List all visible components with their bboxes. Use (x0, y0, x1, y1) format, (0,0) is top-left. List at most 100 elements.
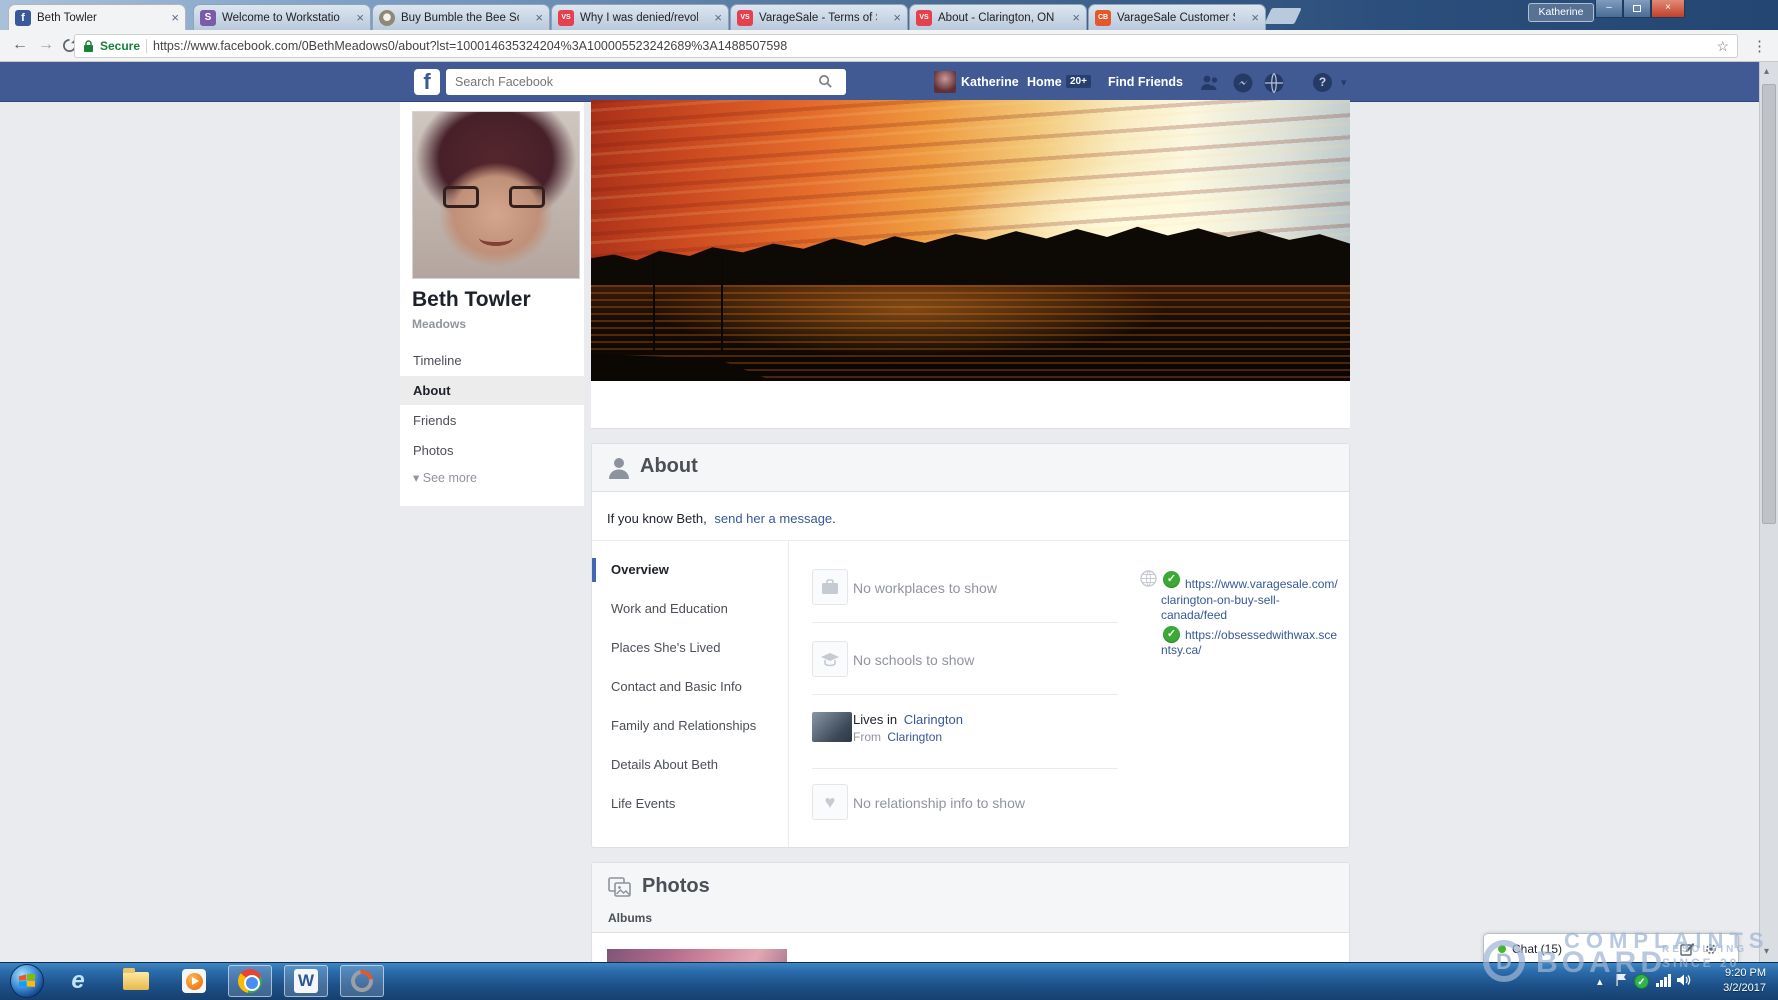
bee-favicon (379, 10, 395, 26)
bookmark-star-icon[interactable]: ☆ (1716, 38, 1729, 55)
friend-requests-icon[interactable] (1199, 72, 1221, 94)
about-nav-work-education[interactable]: Work and Education (591, 597, 784, 621)
tray-network-icon[interactable] (1656, 974, 1671, 987)
new-message-icon[interactable] (1680, 942, 1694, 961)
tray-flag-icon[interactable] (1615, 973, 1628, 992)
taskbar-chrome[interactable] (228, 965, 272, 997)
sidebar-see-more[interactable]: ▾ See more (400, 464, 584, 493)
smile (479, 230, 513, 246)
about-nav-family-relationships[interactable]: Family and Relationships (591, 714, 784, 738)
profile-link[interactable]: Katherine (961, 75, 1019, 89)
complaintsboard-favicon: CB (1095, 10, 1111, 26)
about-nav-overview[interactable]: Overview (591, 558, 784, 582)
dock-post (653, 255, 655, 353)
albums-label[interactable]: Albums (608, 911, 652, 925)
taskbar-app[interactable] (340, 965, 384, 997)
scrollbar-thumb[interactable] (1762, 84, 1776, 524)
tab-title: About - Clarington, ON E (938, 12, 1056, 24)
briefcase-icon (812, 569, 848, 605)
cover-photo[interactable] (591, 100, 1350, 381)
facebook-logo[interactable]: f (414, 69, 440, 95)
row-divider (812, 768, 1118, 769)
forward-icon[interactable]: → (38, 36, 54, 54)
account-menu-caret-icon[interactable]: ▾ (1341, 76, 1347, 89)
profile-picture[interactable] (412, 111, 580, 279)
avatar[interactable] (934, 71, 956, 93)
tab-close-icon[interactable]: × (171, 10, 179, 25)
taskbar-file-explorer[interactable] (114, 965, 158, 997)
person-icon (608, 456, 630, 485)
website-link-scentsy[interactable]: https://obsessedwithwax.scentsy.ca/ (1161, 628, 1339, 659)
help-icon[interactable]: ? (1313, 73, 1332, 92)
taskbar-word[interactable]: W (284, 965, 328, 997)
find-friends-link[interactable]: Find Friends (1108, 75, 1183, 89)
about-nav-divider (788, 541, 789, 847)
about-nav-contact-basic[interactable]: Contact and Basic Info (591, 675, 784, 699)
tab-close-icon[interactable]: × (1251, 10, 1259, 25)
browser-tab-beth-towler[interactable]: f Beth Towler × (8, 4, 186, 30)
website-link-varagesale[interactable]: https://www.varagesale.com/clarington-on… (1161, 577, 1339, 624)
tab-close-icon[interactable]: × (714, 10, 722, 25)
window-close-button[interactable]: × (1651, 0, 1685, 18)
send-message-link[interactable]: send her a message (714, 511, 832, 526)
media-player-icon (182, 969, 206, 993)
glasses-right (509, 186, 545, 208)
browser-tab-customer-service[interactable]: CB VarageSale Customer Se × (1088, 4, 1266, 30)
tab-close-icon[interactable]: × (893, 10, 901, 25)
sidebar-item-friends[interactable]: Friends (400, 406, 584, 435)
browser-tab-clarington[interactable]: VS About - Clarington, ON E × (909, 4, 1087, 30)
scrollbar[interactable]: ▴ ▾ (1759, 62, 1778, 962)
browser-tab-denied[interactable]: VS Why I was denied/revok × (551, 4, 729, 30)
taskbar-internet-explorer[interactable]: e (56, 965, 100, 997)
start-button[interactable] (10, 964, 44, 998)
sidebar-item-timeline[interactable]: Timeline (400, 346, 584, 375)
chat-bar[interactable]: Chat (15) (1483, 933, 1739, 962)
internet-explorer-icon: e (71, 967, 84, 995)
chat-settings-gear-icon[interactable] (1704, 942, 1718, 961)
tab-title: Why I was denied/revok (580, 12, 698, 24)
scrollbar-up-icon[interactable]: ▴ (1764, 66, 1769, 77)
taskbar-media-player[interactable] (172, 965, 216, 997)
tab-close-icon[interactable]: × (1072, 10, 1080, 25)
tray-show-hidden-icon[interactable]: ▴ (1597, 975, 1603, 988)
notifications-globe-icon[interactable] (1263, 72, 1285, 94)
workstation-favicon: S (200, 10, 216, 26)
photos-card-header: Photos Albums (592, 863, 1349, 933)
about-nav-places-lived[interactable]: Places She's Lived (591, 636, 784, 660)
browser-tab-bumble-bee[interactable]: Buy Bumble the Bee Sce × (372, 4, 550, 30)
new-tab-button[interactable] (1264, 8, 1301, 24)
window-minimize-button[interactable]: – (1595, 0, 1623, 18)
search-input[interactable] (446, 69, 846, 95)
home-link[interactable]: Home (1027, 75, 1062, 89)
sidebar-item-photos[interactable]: Photos (400, 436, 584, 465)
tray-update-icon[interactable]: ✓ (1634, 974, 1649, 989)
scrollbar-down-icon[interactable]: ▾ (1764, 946, 1769, 957)
from-city-link[interactable]: Clarington (887, 730, 942, 744)
about-nav-life-events[interactable]: Life Events (591, 792, 784, 816)
taskbar-clock[interactable]: 9:20 PM 3/2/2017 (1694, 966, 1766, 996)
browser-tab-workstation[interactable]: S Welcome to Workstation × (193, 4, 371, 30)
tab-close-icon[interactable]: × (356, 10, 364, 25)
profile-action-strip: Message ... (591, 381, 1350, 429)
heart-icon: ♥ (825, 792, 836, 813)
padlock-icon (83, 40, 94, 53)
back-icon[interactable]: ← (12, 36, 28, 54)
url-text[interactable]: https://www.facebook.com/0BethMeadows0/a… (153, 39, 1710, 53)
tray-volume-icon[interactable] (1676, 973, 1691, 992)
chrome-menu-icon[interactable]: ⋮ (1752, 37, 1767, 55)
tab-close-icon[interactable]: × (535, 10, 543, 25)
place-thumbnail[interactable] (812, 712, 852, 742)
window-maximize-button[interactable] (1623, 0, 1651, 18)
chrome-profile-button[interactable]: Katherine (1528, 3, 1594, 22)
maximize-icon (1633, 5, 1641, 12)
about-nav-details[interactable]: Details About Beth (591, 753, 784, 777)
chat-label[interactable]: Chat (15) (1512, 942, 1562, 956)
browser-tab-terms[interactable]: VS VarageSale - Terms of S × (730, 4, 908, 30)
url-box[interactable]: Secure https://www.facebook.com/0BethMea… (74, 34, 1738, 58)
app-icon (347, 966, 378, 997)
intro-prefix: If you know Beth, (607, 511, 707, 526)
search-icon[interactable] (818, 74, 834, 90)
lives-city-link[interactable]: Clarington (904, 712, 963, 727)
sidebar-item-about[interactable]: About (400, 376, 584, 405)
messenger-icon[interactable] (1232, 72, 1254, 94)
